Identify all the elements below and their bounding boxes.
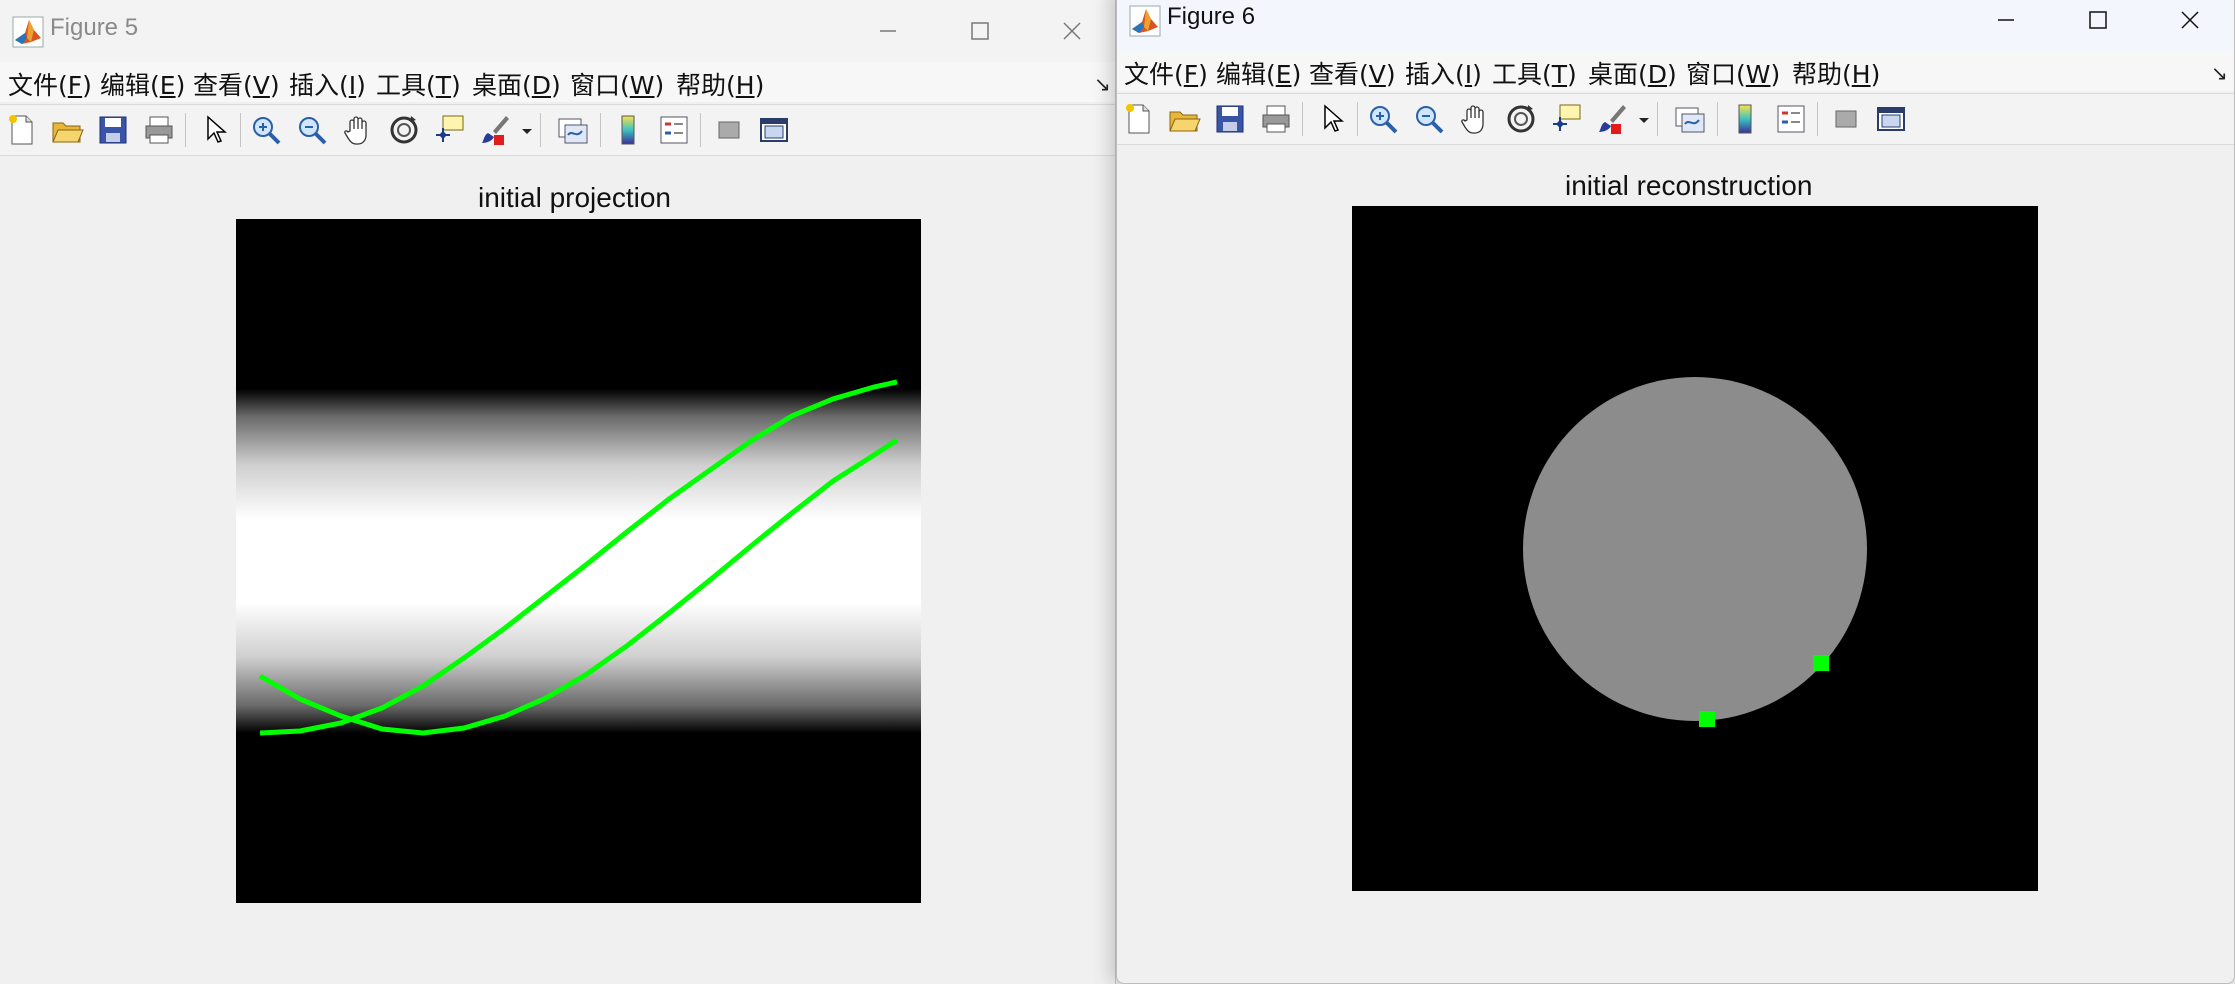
figure-6-window: Figure 6 文件(F) 编辑(E) 查看(V) 插入(I) 工具(T) 桌… <box>1116 0 2235 984</box>
menu-view[interactable]: 查看(V) <box>193 66 280 102</box>
minimize-button[interactable] <box>1960 0 2052 43</box>
print-icon[interactable] <box>1259 102 1293 136</box>
axes-title: initial projection <box>478 182 671 213</box>
rotate-3d-icon[interactable] <box>387 113 421 147</box>
maximize-button[interactable] <box>934 8 1026 54</box>
axes-title: initial reconstruction <box>1565 170 1813 201</box>
maximize-icon <box>971 22 989 40</box>
menu-insert[interactable]: 插入(I) <box>289 66 366 102</box>
save-icon[interactable] <box>96 113 130 147</box>
menu-view[interactable]: 查看(V) <box>1309 55 1396 91</box>
toolbar-separator <box>240 113 241 147</box>
print-icon[interactable] <box>142 113 176 147</box>
zoom-out-icon[interactable] <box>1412 102 1446 136</box>
menu-desktop[interactable]: 桌面(D) <box>472 66 561 102</box>
hide-plot-tools-icon[interactable] <box>1829 102 1863 136</box>
title-bar[interactable]: Figure 6 <box>1117 0 2234 51</box>
toolbar-separator <box>185 113 186 147</box>
minimize-icon <box>1998 19 2014 21</box>
menu-desktop[interactable]: 桌面(D) <box>1588 55 1677 91</box>
menu-bar: 文件(F) 编辑(E) 查看(V) 插入(I) 工具(T) 桌面(D) 窗口(W… <box>0 62 1115 102</box>
menu-tools[interactable]: 工具(T) <box>1492 55 1577 91</box>
colorbar-icon[interactable] <box>1728 102 1762 136</box>
rotate-3d-icon[interactable] <box>1504 102 1538 136</box>
hide-plot-tools-icon[interactable] <box>712 113 746 147</box>
figure-toolbar <box>0 104 1115 156</box>
data-cursor-icon[interactable] <box>1550 102 1584 136</box>
save-icon[interactable] <box>1213 102 1247 136</box>
window-title: Figure 6 <box>1167 3 1256 30</box>
window-title: Figure 5 <box>50 14 139 41</box>
brush-dropdown-icon[interactable] <box>520 113 534 147</box>
dock-arrow-icon[interactable]: ↘ <box>1094 72 1111 96</box>
legend-icon[interactable] <box>1774 102 1808 136</box>
toolbar-separator <box>540 113 541 147</box>
brush-icon[interactable] <box>1596 102 1630 136</box>
menu-bar: 文件(F) 编辑(E) 查看(V) 插入(I) 工具(T) 桌面(D) 窗口(W… <box>1117 51 2234 91</box>
pan-hand-icon[interactable] <box>1458 102 1492 136</box>
link-plot-icon[interactable] <box>1673 102 1707 136</box>
menu-insert[interactable]: 插入(I) <box>1405 55 1482 91</box>
marker-point <box>1813 655 1829 671</box>
menu-window[interactable]: 窗口(W) <box>570 66 664 102</box>
maximize-button[interactable] <box>2052 0 2144 43</box>
menu-file[interactable]: 文件(F) <box>8 66 92 102</box>
figure-toolbar <box>1117 93 2234 145</box>
new-figure-icon[interactable] <box>1122 102 1156 136</box>
marker-point <box>1699 711 1715 727</box>
menu-tools[interactable]: 工具(T) <box>376 66 461 102</box>
link-plot-icon[interactable] <box>556 113 590 147</box>
zoom-in-icon[interactable] <box>1366 102 1400 136</box>
menu-help[interactable]: 帮助(H) <box>1792 55 1880 91</box>
legend-icon[interactable] <box>657 113 691 147</box>
select-arrow-icon[interactable] <box>197 113 231 147</box>
toolbar-separator <box>1302 102 1303 136</box>
close-button[interactable] <box>2144 0 2234 43</box>
projection-image <box>236 219 921 903</box>
show-plot-tools-icon[interactable] <box>757 113 791 147</box>
close-icon <box>2181 11 2199 29</box>
open-file-icon[interactable] <box>1167 102 1201 136</box>
title-bar[interactable]: Figure 5 <box>0 0 1115 62</box>
menu-window[interactable]: 窗口(W) <box>1686 55 1780 91</box>
toolbar-separator <box>1817 102 1818 136</box>
open-file-icon[interactable] <box>50 113 84 147</box>
minimize-button[interactable] <box>842 8 934 54</box>
reconstruction-axes[interactable] <box>1352 206 2038 891</box>
data-cursor-icon[interactable] <box>433 113 467 147</box>
maximize-icon <box>2089 11 2107 29</box>
reconstruction-image <box>1352 206 2038 891</box>
toolbar-separator <box>1717 102 1718 136</box>
zoom-in-icon[interactable] <box>249 113 283 147</box>
figure-5-window: Figure 5 文件(F) 编辑(E) 查看(V) 插入(I) 工具(T) 桌… <box>0 0 1116 984</box>
menu-help[interactable]: 帮助(H) <box>676 66 764 102</box>
menu-edit[interactable]: 编辑(E) <box>100 66 185 102</box>
toolbar-separator <box>1357 102 1358 136</box>
matlab-logo-icon <box>1129 5 1161 37</box>
menu-edit[interactable]: 编辑(E) <box>1216 55 1301 91</box>
toolbar-separator <box>600 113 601 147</box>
colorbar-icon[interactable] <box>611 113 645 147</box>
select-arrow-icon[interactable] <box>1314 102 1348 136</box>
brush-dropdown-icon[interactable] <box>1637 102 1651 136</box>
dock-arrow-icon[interactable]: ↘ <box>2211 61 2228 85</box>
pan-hand-icon[interactable] <box>341 113 375 147</box>
toolbar-separator <box>700 113 701 147</box>
close-icon <box>1063 22 1081 40</box>
toolbar-separator <box>1657 102 1658 136</box>
projection-axes[interactable] <box>236 219 921 903</box>
matlab-logo-icon <box>12 16 44 48</box>
brush-icon[interactable] <box>479 113 513 147</box>
close-button[interactable] <box>1026 8 1115 54</box>
new-figure-icon[interactable] <box>5 113 39 147</box>
menu-file[interactable]: 文件(F) <box>1124 55 1208 91</box>
zoom-out-icon[interactable] <box>295 113 329 147</box>
minimize-icon <box>880 30 896 32</box>
show-plot-tools-icon[interactable] <box>1874 102 1908 136</box>
